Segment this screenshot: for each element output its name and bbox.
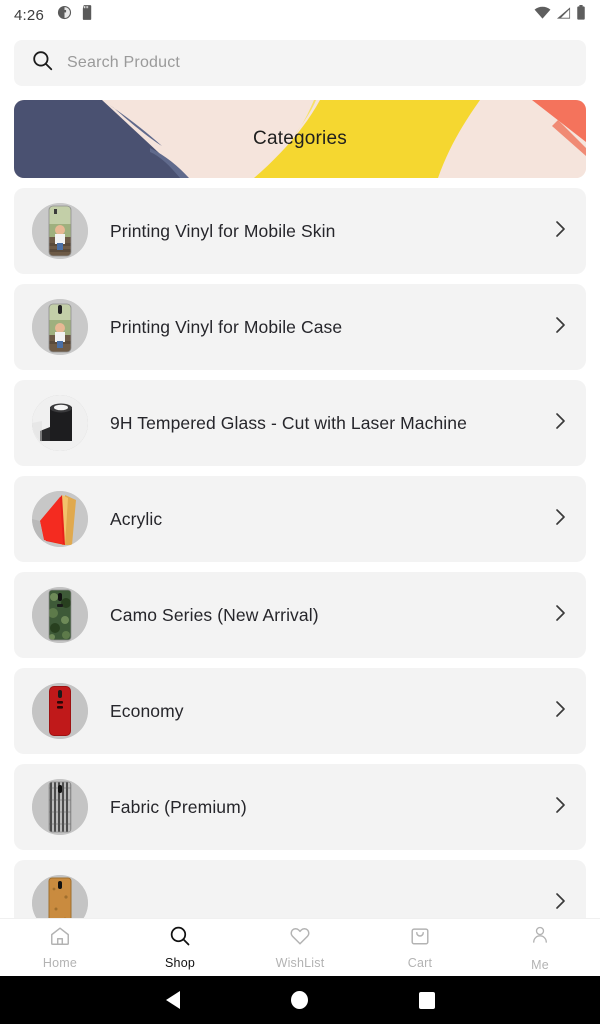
banner-section: Categories xyxy=(0,86,600,178)
nav-item-home-label: Home xyxy=(42,956,78,970)
cellular-signal-icon xyxy=(556,6,571,25)
list-item[interactable]: 9H Tempered Glass - Cut with Laser Machi… xyxy=(14,380,586,466)
home-icon xyxy=(49,925,71,952)
acrylic-sheets-thumb xyxy=(32,491,88,547)
heart-icon xyxy=(289,925,311,952)
search-input[interactable]: Search Product xyxy=(67,54,180,72)
list-item[interactable]: Printing Vinyl for Mobile Skin xyxy=(14,188,586,274)
phone-skin-photo-thumb xyxy=(32,203,88,259)
person-icon xyxy=(530,925,550,950)
fabric-skin-thumb xyxy=(32,779,88,835)
search-icon xyxy=(169,925,191,952)
laser-machine-thumb xyxy=(32,395,88,451)
chevron-right-icon[interactable] xyxy=(555,508,566,531)
nav-item-wishlist-label: WishList xyxy=(275,956,325,970)
nav-item-me-label: Me xyxy=(531,958,549,972)
nav-item-cart-label: Cart xyxy=(407,956,433,970)
list-item-partial[interactable] xyxy=(14,860,586,918)
shopping-bag-icon xyxy=(409,925,431,952)
list-item[interactable]: Acrylic xyxy=(14,476,586,562)
list-item-label: 9H Tempered Glass - Cut with Laser Machi… xyxy=(110,412,467,433)
cork-wood-skin-thumb xyxy=(32,875,88,918)
nav-item-shop[interactable]: Shop xyxy=(120,919,240,970)
battery-icon xyxy=(576,5,586,25)
chevron-right-icon[interactable] xyxy=(555,892,566,915)
contrast-circle-icon xyxy=(57,5,72,25)
android-navigation-bar[interactable] xyxy=(0,976,600,1024)
sd-card-icon xyxy=(81,5,94,25)
chevron-right-icon[interactable] xyxy=(555,412,566,435)
chevron-right-icon[interactable] xyxy=(555,796,566,819)
nav-item-shop-label: Shop xyxy=(165,956,195,970)
nav-item-me[interactable]: Me xyxy=(480,919,600,972)
status-bar: 4:26 xyxy=(0,0,600,30)
search-bar[interactable]: Search Product xyxy=(14,40,586,86)
list-item-label: Printing Vinyl for Mobile Skin xyxy=(110,220,336,241)
camo-skin-thumb xyxy=(32,587,88,643)
status-bar-left-icons xyxy=(57,5,94,25)
home-circle-icon[interactable] xyxy=(290,991,308,1009)
back-triangle-icon[interactable] xyxy=(165,991,180,1009)
search-section: Search Product xyxy=(0,30,600,86)
categories-banner: Categories xyxy=(14,100,586,178)
list-item-label: Fabric (Premium) xyxy=(110,796,247,817)
nav-item-wishlist[interactable]: WishList xyxy=(240,919,360,970)
chevron-right-icon[interactable] xyxy=(555,316,566,339)
chevron-right-icon[interactable] xyxy=(555,604,566,627)
wifi-icon xyxy=(534,6,551,25)
list-item-label: Acrylic xyxy=(110,508,163,529)
recents-square-icon[interactable] xyxy=(418,991,435,1009)
bottom-navigation[interactable]: Home Shop WishList Cart Me xyxy=(0,918,600,976)
list-item-label: Printing Vinyl for Mobile Case xyxy=(110,316,343,337)
list-item[interactable]: Economy xyxy=(14,668,586,754)
banner-title: Categories xyxy=(253,128,347,149)
list-item[interactable]: Printing Vinyl for Mobile Case xyxy=(14,284,586,370)
red-texture-skin-thumb xyxy=(32,683,88,739)
phone-case-photo-thumb xyxy=(32,299,88,355)
categories-list[interactable]: Printing Vinyl for Mobile Skin Printing … xyxy=(0,178,600,918)
list-item-label: Camo Series (New Arrival) xyxy=(110,604,319,625)
chevron-right-icon[interactable] xyxy=(555,220,566,243)
list-item-label: Economy xyxy=(110,700,184,721)
chevron-right-icon[interactable] xyxy=(555,700,566,723)
search-icon xyxy=(32,50,53,76)
list-item[interactable]: Camo Series (New Arrival) xyxy=(14,572,586,658)
nav-item-cart[interactable]: Cart xyxy=(360,919,480,970)
list-item[interactable]: Fabric (Premium) xyxy=(14,764,586,850)
status-bar-right-icons xyxy=(534,5,586,25)
nav-item-home[interactable]: Home xyxy=(0,919,120,970)
status-bar-clock: 4:26 xyxy=(14,6,44,24)
